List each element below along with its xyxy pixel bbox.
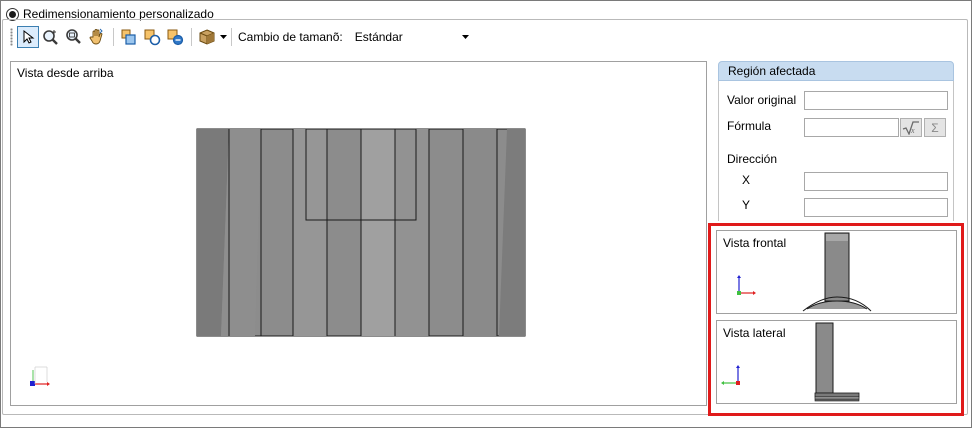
select-tool-button[interactable] xyxy=(17,26,39,48)
side-view-drawing xyxy=(721,322,860,402)
front-view-drawing xyxy=(737,232,872,312)
formula-sum-button[interactable]: Σ xyxy=(924,118,946,137)
y-field[interactable] xyxy=(804,198,948,217)
formula-field[interactable] xyxy=(804,118,899,137)
affected-region-title: Región afectada xyxy=(728,64,816,78)
direction-label: Dirección xyxy=(727,152,778,166)
affected-region-body: Valor original Fórmula x Σ Dirección X Y xyxy=(718,81,954,221)
affected-region-header: Región afectada xyxy=(718,61,954,81)
add-region-button[interactable] xyxy=(141,26,163,48)
formula-sqrt-button[interactable]: x xyxy=(900,118,922,137)
formula-label: Fórmula xyxy=(727,119,772,133)
toolbar-separator xyxy=(113,28,114,46)
chevron-down-icon xyxy=(219,35,227,39)
pan-tool-button[interactable] xyxy=(86,26,108,48)
svg-text:x: x xyxy=(910,126,915,135)
sqrt-icon: x xyxy=(902,120,919,135)
y-label: Y xyxy=(742,198,751,212)
zoom-fit-tool-button[interactable] xyxy=(63,26,85,48)
zoom-icon xyxy=(43,30,58,45)
cursor-icon xyxy=(23,29,35,44)
radio-dot xyxy=(9,10,16,18)
resize-label: Cambio de tamanõ: xyxy=(238,30,343,44)
zoom-tool-button[interactable] xyxy=(40,26,62,48)
top-view-pane[interactable]: Vista desde arriba xyxy=(10,61,707,406)
x-label: X xyxy=(742,173,751,187)
remove-region-icon xyxy=(167,29,184,46)
original-value-label: Valor original xyxy=(727,93,797,107)
select-region-icon xyxy=(121,29,136,45)
side-view-pane[interactable]: Vista lateral xyxy=(716,320,957,404)
axis-gizmo xyxy=(30,366,50,386)
toolbar-separator xyxy=(231,28,232,46)
resize-mode-select[interactable]: Estándar xyxy=(353,27,473,47)
resize-mode-value: Estándar xyxy=(354,30,403,44)
box-icon xyxy=(199,29,215,45)
chevron-down-icon xyxy=(461,35,469,39)
toolbar: Cambio de tamanõ: Estándar xyxy=(10,26,473,48)
deck-slab xyxy=(196,128,526,337)
toolbar-grip[interactable] xyxy=(10,28,13,46)
view-box-dropdown[interactable] xyxy=(219,26,227,48)
affected-region-panel: Región afectada Valor original Fórmula x… xyxy=(718,61,954,221)
top-view-drawing xyxy=(30,128,526,386)
zoom-fit-icon xyxy=(66,29,81,44)
front-view-pane[interactable]: Vista frontal xyxy=(716,230,957,314)
remove-region-button[interactable] xyxy=(164,26,186,48)
toolbar-separator xyxy=(191,28,192,46)
x-field[interactable] xyxy=(804,172,948,191)
select-region-button[interactable] xyxy=(118,26,140,48)
hand-icon xyxy=(89,28,103,45)
original-value-field[interactable] xyxy=(804,91,948,110)
view-box-button[interactable] xyxy=(196,26,218,48)
add-region-icon xyxy=(144,29,161,46)
